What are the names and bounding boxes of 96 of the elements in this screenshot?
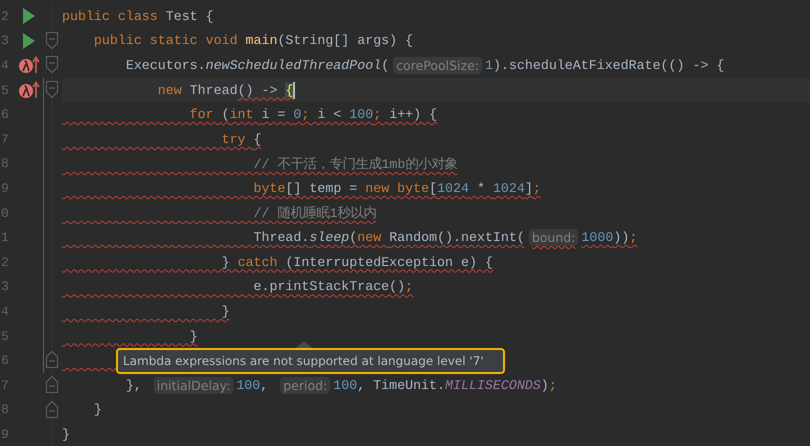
line-number: 6 [1,107,10,122]
code-token: () -> [238,82,278,98]
code-token: e.printStackTrace() [252,279,406,294]
code-token: i < [316,107,342,122]
parameter-hint: initialDelay: [154,376,234,394]
code-token: * [476,180,486,196]
code-token: 100 [236,378,260,393]
code-token: [ [429,180,438,196]
code-token: }, [124,378,143,393]
code-token: sleep [309,230,350,246]
line-number: 4 [1,304,10,319]
code-token: , TimeUnit. [357,378,445,393]
line-number: 7 [1,132,10,147]
code-token: (String[] args) { [277,33,414,48]
line-number: 9 [1,426,10,442]
code-token: { [285,82,294,98]
code-token: ; [532,180,541,196]
code-token: Test { [166,8,214,24]
line-number: 1 [1,230,10,246]
parameter-hint: corePoolSize: [393,56,482,74]
code-token: 1024 [437,180,469,196]
code-token: 100 [349,107,374,122]
code-token: new [357,230,382,246]
code-token: new byte [365,180,430,196]
code-token: ).scheduleAtFixedRate(() -> { [492,58,724,73]
code-token: try [220,132,247,147]
line-number: 7 [1,378,10,393]
code-token: ( [222,107,230,122]
line-number: 8 [1,402,10,418]
code-token: [] temp = [285,180,358,196]
code-token: i++) { [388,107,438,122]
code-token: } [220,254,231,270]
line-number: 5 [1,82,10,98]
code-token: ( [349,230,358,246]
code-token: Thread. [252,230,310,246]
code-token: byte [252,180,286,196]
code-token: 1000 [581,230,614,246]
code-token: 100 [333,378,358,393]
code-token: } [188,328,198,344]
lambda-arrow-icon[interactable] [18,81,40,100]
line-number: 6 [1,353,10,368]
line-number: 5 [1,328,10,344]
code-token: ) [540,378,549,393]
fold-icon[interactable] [46,56,58,74]
line-number: 2 [1,8,10,24]
line-number: 4 [1,58,10,73]
code-token: } [92,402,102,418]
line-number: 2 [1,254,10,270]
code-token: 1024 [492,180,525,196]
code-token: { [254,132,262,147]
run-icon[interactable] [22,8,36,24]
parameter-hint: bound: [528,229,578,246]
fold-icon[interactable] [46,376,58,393]
code-token: (InterruptedException e) { [285,254,493,270]
code-token: int [230,107,255,122]
code-token: ; [373,107,382,122]
code-token: )) [613,230,630,246]
code-token: newScheduledThreadPool [206,58,382,73]
line-number: 8 [1,156,10,172]
code-token: new [156,82,183,98]
code-token: Thread [190,82,238,98]
code-token: catch [238,254,278,270]
fold-icon[interactable] [46,80,58,98]
fold-icon[interactable] [46,32,58,49]
code-token: ] [524,180,533,196]
parameter-hint: period: [280,376,330,394]
line-number: 9 [1,180,10,196]
code-token: for [188,107,215,122]
line-number: 3 [1,33,10,48]
code-comment: // 随机睡眠1秒以内 [252,205,376,222]
code-token: main [246,33,278,48]
code-token: } [62,426,70,442]
code-token: 1 [485,58,493,73]
code-token: ; [629,230,638,246]
code-token: public class [62,8,159,24]
code-token: Random().nextInt( [389,230,525,246]
fold-icon[interactable] [46,400,58,418]
error-tooltip: Lambda expressions are not supported at language level '7' [116,348,505,374]
code-token: public static void [92,33,239,48]
text-caret [293,82,296,99]
code-token: 0 [293,107,302,122]
code-token: Executors. [124,58,206,73]
fold-icon[interactable] [46,351,58,368]
code-token: MILLISECONDS [445,378,541,393]
code-token: ( [381,58,390,73]
code-comment: // 不干活，专门生成1mb的小对象 [252,156,458,173]
line-number: 3 [1,279,10,294]
code-token: i = [262,107,286,122]
code-token: ; [548,378,557,393]
code-token: , [260,378,270,393]
line-number: 0 [1,206,10,221]
code-token: ; [301,107,310,122]
code-token: } [220,304,230,319]
lambda-arrow-icon[interactable] [18,56,40,74]
code-token: ; [405,279,414,294]
run-icon[interactable] [22,32,36,49]
